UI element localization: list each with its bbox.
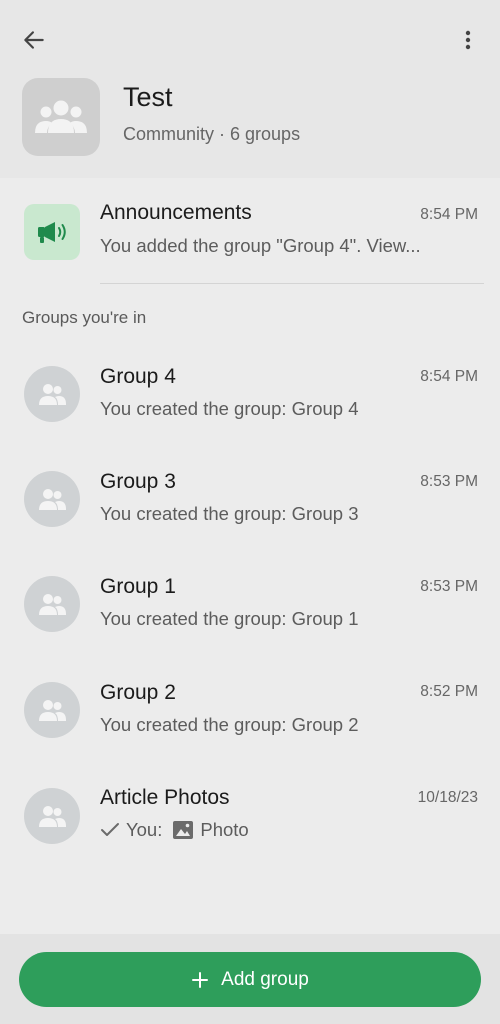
group-time: 8:54 PM bbox=[420, 368, 478, 385]
group-people-icon bbox=[39, 384, 66, 405]
community-avatar[interactable] bbox=[22, 78, 100, 156]
group-preview: You created the group: Group 1 bbox=[100, 608, 359, 629]
more-vert-icon bbox=[465, 30, 471, 50]
announcements-avatar bbox=[24, 204, 80, 260]
plus-icon bbox=[192, 971, 209, 988]
add-group-button[interactable]: Add group bbox=[19, 952, 481, 1007]
add-group-label: Add group bbox=[221, 968, 309, 990]
group-preview: You created the group: Group 4 bbox=[100, 398, 359, 419]
community-header: Test Community · 6 groups bbox=[0, 0, 500, 178]
image-icon bbox=[173, 821, 194, 839]
group-title: Group 3 bbox=[100, 470, 176, 493]
section-label-groups: Groups you're in bbox=[22, 308, 147, 327]
group-title: Group 4 bbox=[100, 365, 176, 388]
group-people-icon bbox=[39, 594, 66, 615]
back-button[interactable] bbox=[16, 22, 52, 58]
group-people-icon bbox=[39, 489, 66, 510]
group-time: 8:52 PM bbox=[420, 683, 478, 700]
group-avatar bbox=[24, 576, 80, 632]
group-preview: You: Photo bbox=[100, 819, 249, 841]
megaphone-icon bbox=[38, 222, 66, 243]
more-options-button[interactable] bbox=[450, 22, 486, 58]
community-subtitle: Community · 6 groups bbox=[123, 124, 301, 144]
group-people-icon bbox=[39, 700, 66, 721]
announcements-preview: You added the group "Group 4". View... bbox=[100, 235, 421, 256]
back-arrow-icon bbox=[24, 31, 44, 49]
group-people-icon bbox=[39, 806, 66, 827]
group-title: Group 2 bbox=[100, 681, 176, 704]
section-divider bbox=[100, 283, 484, 284]
check-icon bbox=[101, 823, 119, 836]
group-preview: You created the group: Group 3 bbox=[100, 503, 359, 524]
group-time: 8:53 PM bbox=[420, 578, 478, 595]
group-preview: You created the group: Group 2 bbox=[100, 714, 359, 735]
announcements-time: 8:54 PM bbox=[420, 206, 478, 223]
group-avatar bbox=[24, 788, 80, 844]
preview-media-label: Photo bbox=[200, 819, 249, 840]
community-people-icon bbox=[35, 100, 87, 133]
community-title: Test bbox=[123, 82, 173, 112]
community-screen: Test Community · 6 groups Announcements … bbox=[0, 0, 500, 1024]
group-time: 8:53 PM bbox=[420, 473, 478, 490]
preview-sender: You: bbox=[126, 819, 163, 840]
group-avatar bbox=[24, 471, 80, 527]
group-title: Article Photos bbox=[100, 786, 230, 809]
group-avatar bbox=[24, 366, 80, 422]
group-title: Group 1 bbox=[100, 575, 176, 598]
announcements-title: Announcements bbox=[100, 201, 252, 224]
group-time: 10/18/23 bbox=[417, 789, 478, 806]
group-avatar bbox=[24, 682, 80, 738]
